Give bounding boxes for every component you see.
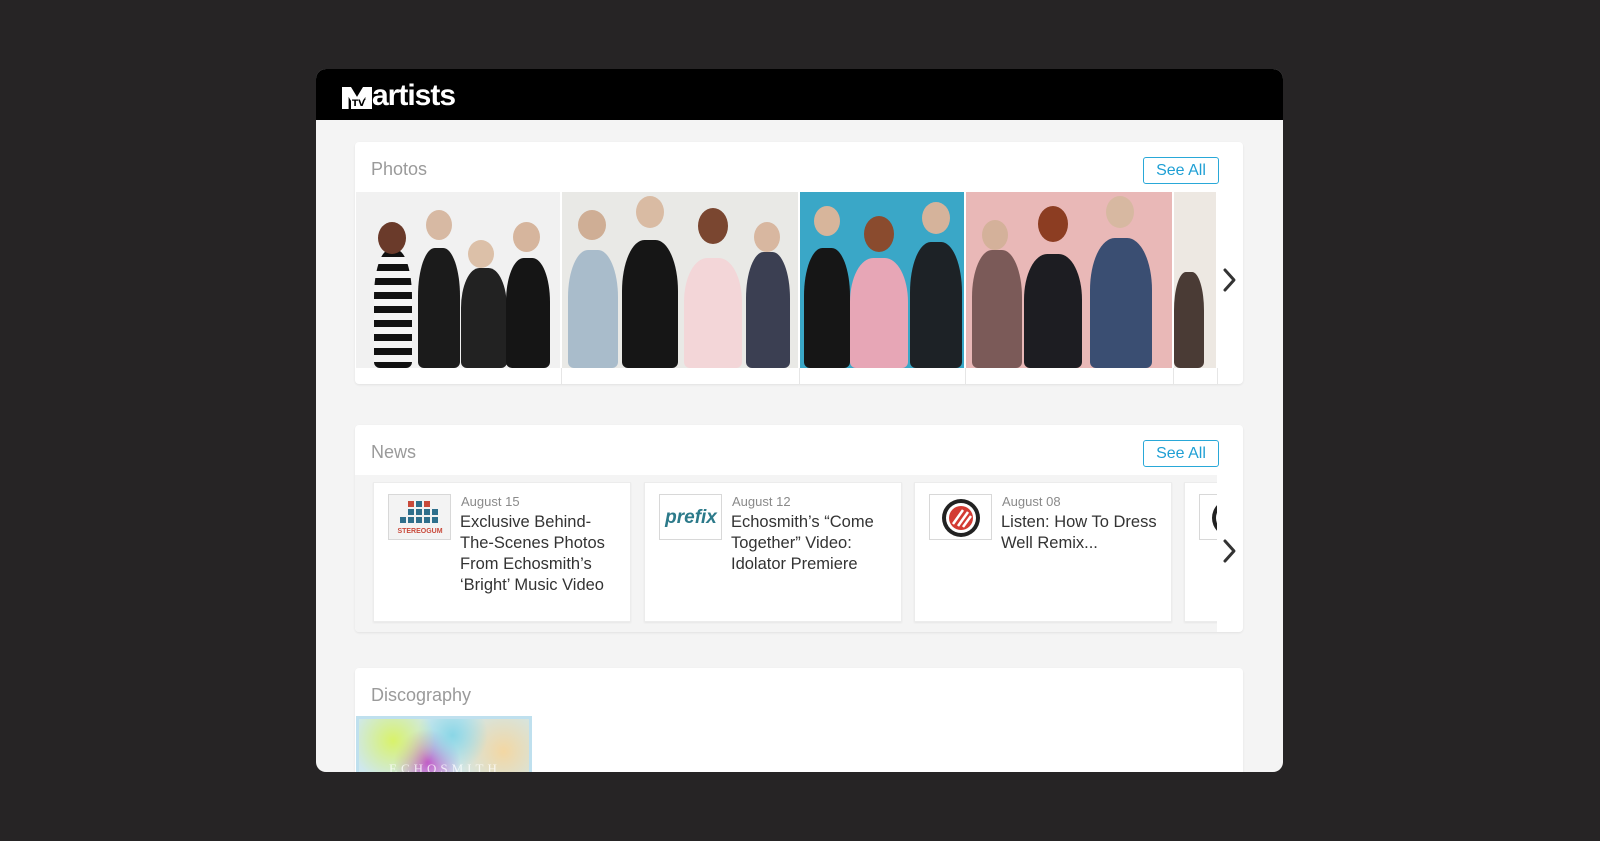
news-item[interactable]: August 08 Listen: How To Dress Well Remi… (914, 482, 1172, 622)
photos-title: Photos (371, 159, 428, 179)
album-cover[interactable]: ECHOSMITH (356, 716, 532, 772)
news-date: August 15 (461, 494, 520, 509)
mtv-artists-logo[interactable]: TV artists (342, 79, 456, 112)
discography-title: Discography (371, 685, 472, 705)
news-headline[interactable]: Echosmith’s “Come Together” Video: Idola… (731, 512, 896, 575)
news-date: August 08 (1002, 494, 1061, 509)
photo-thumbnail[interactable] (1174, 192, 1218, 368)
news-item[interactable] (1184, 482, 1217, 622)
photo-thumbnail[interactable] (562, 192, 800, 368)
chevron-right-icon (1223, 539, 1236, 563)
news-headline[interactable]: Listen: How To Dress Well Remix... (1001, 512, 1166, 554)
top-bar: TV artists (316, 69, 1283, 120)
photo-thumbnail[interactable] (966, 192, 1174, 368)
prefix-logo-icon: prefix (659, 494, 722, 540)
news-see-all-button[interactable]: See All (1143, 440, 1219, 467)
news-title: News (371, 442, 417, 462)
photo-thumbnail[interactable] (356, 192, 562, 368)
news-headline[interactable]: Exclusive Behind-The-Scenes Photos From … (460, 512, 625, 596)
discography-section: Discography ECHOSMITH (355, 668, 1243, 772)
photo-thumbnail[interactable] (800, 192, 966, 368)
chevron-right-icon (1223, 268, 1236, 292)
album-title: ECHOSMITH (389, 761, 501, 772)
svg-text:STEREOGUM: STEREOGUM (397, 528, 442, 535)
pitchfork-logo-icon (929, 494, 992, 540)
photos-next-button[interactable] (1217, 260, 1243, 300)
news-section: News See All STEREOGUM August 15 Exclusi… (355, 425, 1243, 632)
photos-section: Photos See All (355, 142, 1243, 384)
mtv-logo-icon: TV (342, 87, 372, 109)
svg-text:prefix: prefix (664, 507, 718, 528)
app-window: TV artists Photos See All News See All S… (316, 69, 1283, 772)
photo-carousel (356, 192, 1218, 384)
logo-text: artists (372, 79, 456, 112)
photos-see-all-button[interactable]: See All (1143, 157, 1219, 184)
stereogum-logo-icon: STEREOGUM (388, 494, 451, 540)
news-item[interactable]: STEREOGUM August 15 Exclusive Behind-The… (373, 482, 631, 622)
news-next-button[interactable] (1217, 531, 1243, 571)
news-item[interactable]: prefix August 12 Echosmith’s “Come Toget… (644, 482, 902, 622)
pitchfork-logo-icon (1199, 494, 1217, 540)
news-carousel: STEREOGUM August 15 Exclusive Behind-The… (355, 475, 1217, 632)
news-date: August 12 (732, 494, 791, 509)
